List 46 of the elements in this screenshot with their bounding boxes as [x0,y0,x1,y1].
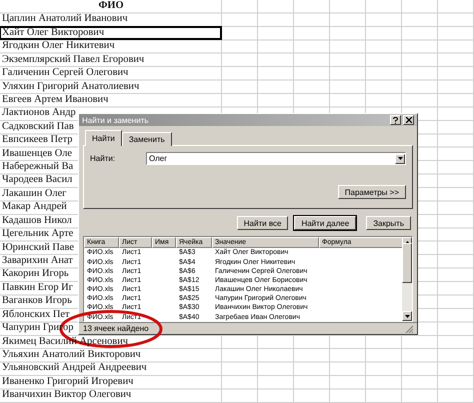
table-cell-text: Евпсикеев Петр [1,134,74,147]
table-cell-text: Цаплин Анатолий Иванович [1,13,129,26]
table-cell-text: Яблонских Пет [1,308,71,322]
table-cell-text: Ивашенцев Оле [1,148,74,160]
table-cell-text: Ульяхин Анатолий Викторович [1,348,142,362]
find-label: Найти: [90,154,116,164]
table-cell-text: Павкин Егор Иг [1,282,74,294]
options-button[interactable]: Параметры >> [338,185,406,200]
tab[interactable]: Найти [85,130,122,146]
dialog-button[interactable]: Закрыть [366,216,411,230]
table-cell-text: Лакашин Олег [1,188,68,200]
table-cell-text: Лактионов Андр [1,107,77,120]
table-cell-text: Якимец Василий Арсенович [1,336,130,348]
table-cell-text: Заварихин Анат [1,255,74,268]
table-cell-text: Иванчихин Виктор Олегович [1,389,132,402]
dialog-button[interactable]: Найти все [236,216,288,230]
table-cell-text: Ульяновский Андрей Андреевич [1,362,148,375]
find-field[interactable]: Олег [146,152,406,166]
close-button[interactable] [403,115,414,126]
table-cell-text: Набережный Ва [1,161,74,174]
table-cell: Хайт Олег Викторович [0,26,221,40]
table-cell-text: Ягодкин Олег Никитевич [1,40,116,53]
table-cell-text: Евгеев Артем Иванович [1,94,110,106]
dialog-button[interactable]: Найти далее [294,216,356,230]
table-cell-text: Макар Андрей [1,201,68,214]
table-cell-text: Галиченин Сергей Олегович [1,67,130,80]
window-title: Найти и заменить [82,116,149,125]
table-cell-text: Юринский Паве [1,242,75,254]
scrollbar-thumb[interactable] [402,243,412,284]
scrollbar[interactable] [402,237,412,322]
help-button[interactable] [390,115,401,126]
column-header: ФИО [97,0,125,12]
table-cell-text: Садковский Пав [1,120,75,134]
table-cell-text: Чародеев Васил [1,174,74,187]
tab[interactable]: Заменить [122,132,172,146]
resize-grip-icon[interactable] [405,324,413,333]
status-text: 13 ячеек найдено [83,324,149,334]
table-cell-text: Экземплярский Павел Егорович [1,54,146,66]
table-cell-text: Цегельник Арте [1,228,74,241]
table-cell-text: Какорин Игорь [1,268,70,281]
dropdown-icon[interactable] [395,154,405,164]
table-cell-text: Иваненко Григорий Игоревич [1,376,134,388]
table-cell-text: Уляхин Григорий Анатолиевич [1,80,140,93]
table-cell-text: Ваганков Игорь [1,295,73,308]
table-cell-text: Кадашов Никол [1,214,73,228]
scroll-down-icon[interactable] [402,311,412,322]
